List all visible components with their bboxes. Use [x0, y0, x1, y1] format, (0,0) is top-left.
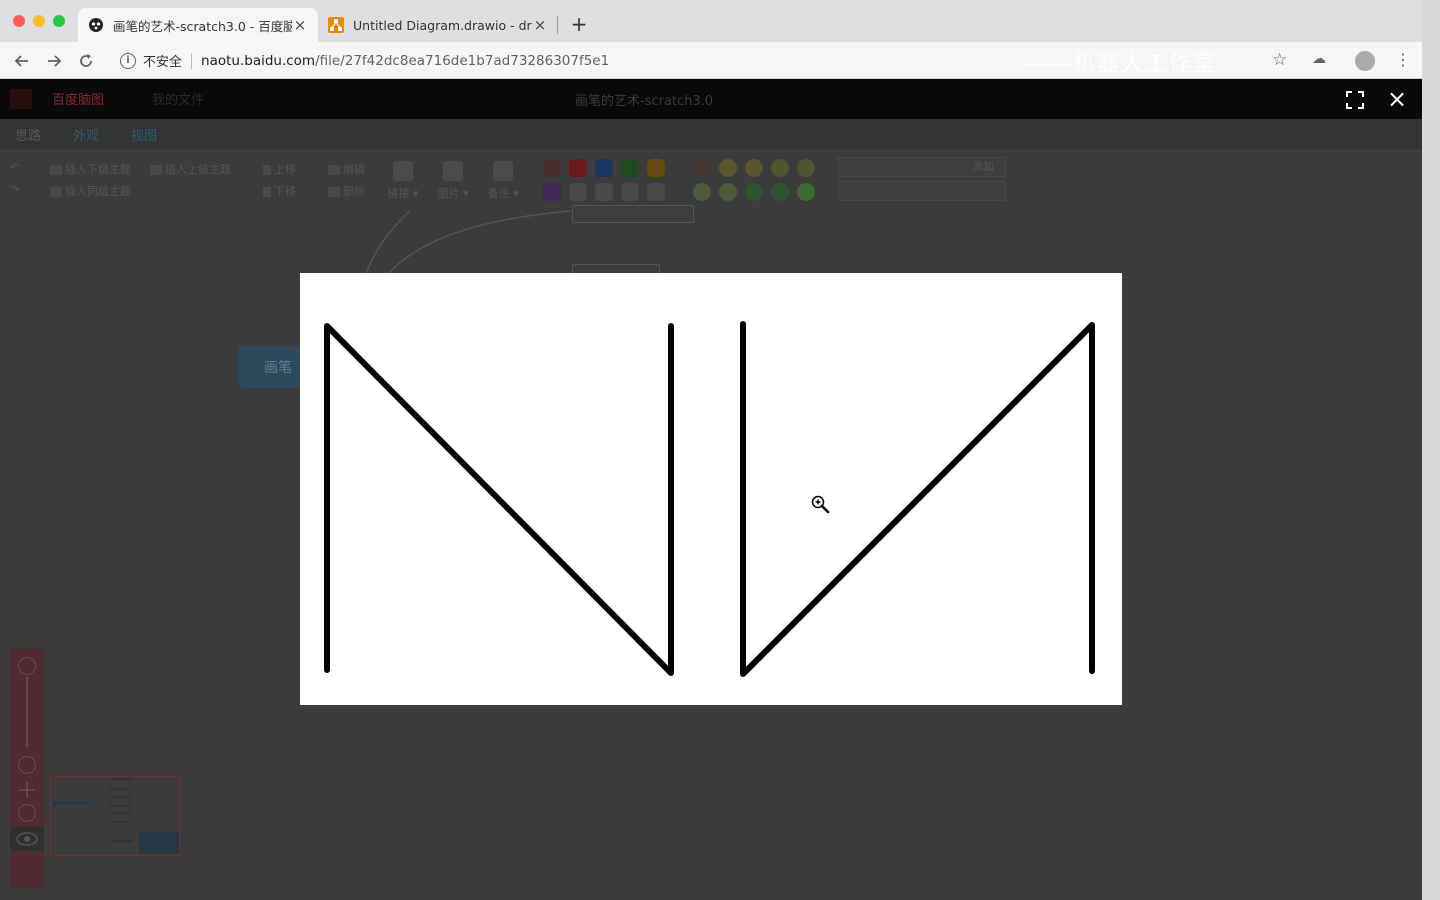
browser-tab-drawio[interactable]: Untitled Diagram.drawio - draw × [318, 8, 558, 42]
image-lightbox[interactable] [300, 273, 1122, 705]
move-icon[interactable] [18, 781, 36, 799]
tab-close-icon[interactable]: × [292, 16, 308, 34]
back-arrow-icon[interactable] [11, 50, 33, 72]
watermark-text: ——机器人工作室 [1025, 52, 1218, 77]
baidu-paw-icon [88, 17, 104, 33]
window-edge [1422, 0, 1440, 900]
url-path: /file/27f42dc8ea716de1b7ad73286307f5e1 [315, 52, 610, 69]
window-close-button[interactable] [13, 15, 25, 27]
drawio-icon [328, 17, 344, 33]
zoom-panel [10, 649, 44, 887]
tab-title: 画笔的艺术-scratch3.0 - 百度脑 [113, 18, 292, 34]
tab-close-icon[interactable]: × [532, 16, 548, 34]
zoom-out-icon[interactable] [18, 756, 36, 774]
url-host: naotu.baidu.com [201, 52, 316, 69]
locate-icon[interactable] [18, 804, 36, 822]
info-icon[interactable]: i [120, 52, 136, 69]
forward-arrow-icon[interactable] [43, 50, 65, 72]
security-label: 不安全 [143, 55, 183, 70]
extension-icon[interactable]: ☁ [1312, 51, 1330, 69]
window-zoom-button[interactable] [53, 15, 65, 27]
new-tab-button[interactable]: + [568, 12, 590, 36]
zoom-in-icon[interactable] [18, 657, 36, 675]
bookmark-star-icon[interactable]: ☆ [1272, 50, 1287, 70]
mindmap-node[interactable] [572, 205, 694, 223]
browser-menu-icon[interactable]: ⋮ [1395, 50, 1411, 69]
window-minimize-button[interactable] [33, 15, 45, 27]
browser-tab-strip: 画笔的艺术-scratch3.0 - 百度脑 × Untitled Diagra… [0, 0, 1422, 42]
browser-toolbar: i 不安全 naotu.baidu.com/file/27f42dc8ea716… [0, 42, 1422, 79]
zoom-in-cursor-icon [811, 495, 831, 515]
profile-avatar[interactable] [1355, 51, 1375, 71]
zoom-slider[interactable] [26, 677, 28, 747]
eye-icon[interactable] [10, 827, 44, 851]
divider [191, 52, 193, 69]
minimap[interactable] [50, 766, 180, 856]
tab-separator [557, 16, 558, 34]
zigzag-drawing-image [324, 321, 1095, 677]
url-text[interactable]: naotu.baidu.com/file/27f42dc8ea716de1b7a… [201, 53, 609, 69]
tab-title: Untitled Diagram.drawio - draw [353, 17, 532, 33]
browser-tab-naotu[interactable]: 画笔的艺术-scratch3.0 - 百度脑 × [78, 8, 318, 42]
minimap-graphic [53, 766, 179, 854]
reload-icon[interactable] [75, 50, 97, 72]
